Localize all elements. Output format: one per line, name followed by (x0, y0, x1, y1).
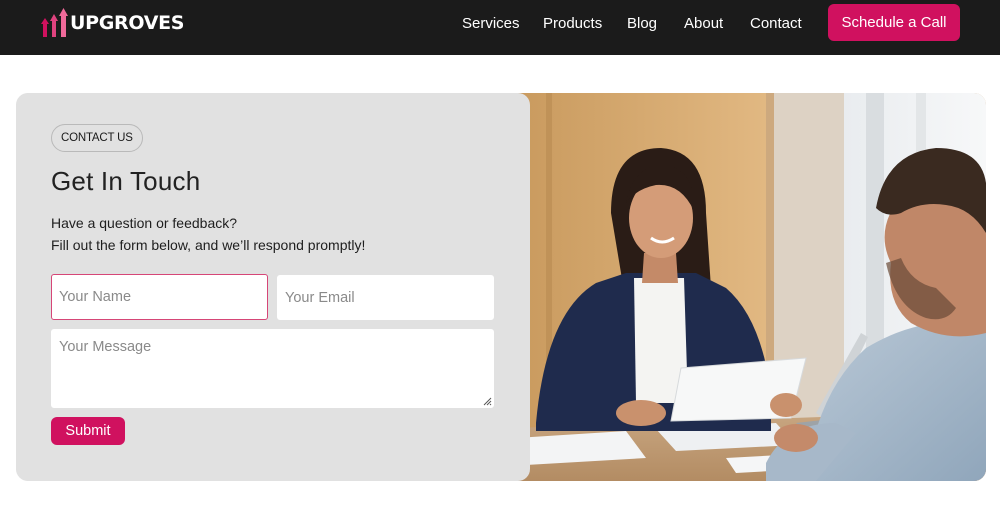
office-meeting-photo-icon (516, 93, 986, 481)
email-input[interactable] (277, 275, 494, 320)
schedule-call-button[interactable]: Schedule a Call (828, 4, 960, 41)
nav-about[interactable]: About (684, 14, 723, 34)
subtitle-line-2: Fill out the form below, and we’ll respo… (51, 237, 366, 253)
contact-us-badge: CONTACT US (51, 124, 143, 152)
name-input[interactable] (51, 274, 268, 320)
submit-button[interactable]: Submit (51, 417, 125, 445)
contact-card: CONTACT US Get In Touch Have a question … (16, 93, 986, 481)
contact-form-panel: CONTACT US Get In Touch Have a question … (16, 93, 530, 481)
page-title: Get In Touch (51, 166, 201, 196)
message-textarea[interactable] (51, 329, 494, 408)
nav-contact[interactable]: Contact (750, 14, 802, 34)
nav-products[interactable]: Products (543, 14, 602, 34)
nav-blog[interactable]: Blog (627, 14, 657, 34)
subtitle-line-1: Have a question or feedback? (51, 215, 238, 231)
top-navigation: UPGROVES Services Products Blog About Co… (0, 0, 1000, 55)
nav-services[interactable]: Services (462, 14, 520, 34)
meeting-photo (516, 93, 986, 481)
resize-grip-icon[interactable] (482, 396, 492, 406)
